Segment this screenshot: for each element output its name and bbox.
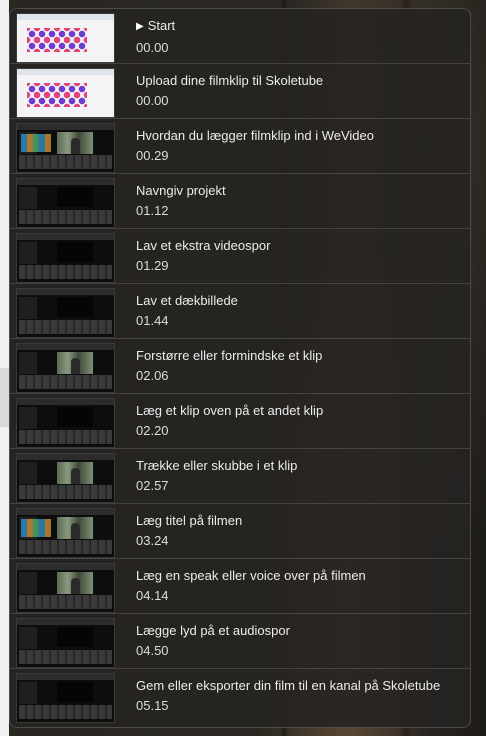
chapter-item[interactable]: Trække eller skubbe i et klip 02.57 xyxy=(10,449,470,504)
chapter-thumbnail xyxy=(16,673,115,723)
chapter-title: Hvordan du lægger filmklip ind i WeVideo xyxy=(136,128,466,144)
chapter-thumbnail xyxy=(16,68,115,118)
chapter-thumbnail xyxy=(16,288,115,338)
chapter-timestamp: 04.50 xyxy=(136,643,169,658)
chapter-title: Lægge lyd på et audiospor xyxy=(136,623,466,639)
chapter-title-text: Trække eller skubbe i et klip xyxy=(136,458,298,473)
chapter-item[interactable]: Hvordan du lægger filmklip ind i WeVideo… xyxy=(10,119,470,174)
chapter-timestamp: 01.29 xyxy=(136,258,169,273)
chapter-timestamp: 01.44 xyxy=(136,313,169,328)
background-page-edge xyxy=(0,0,9,736)
chapter-title-text: Navngiv projekt xyxy=(136,183,226,198)
chapter-title-text: Forstørre eller formindske et klip xyxy=(136,348,323,363)
chapter-timestamp: 02.57 xyxy=(136,478,169,493)
chapters-menu: ▶ Start 00.00 Upload dine filmklip til Skol… xyxy=(9,8,471,728)
chapter-thumbnail xyxy=(16,453,115,503)
chapter-item[interactable]: Lægge lyd på et audiospor 04.50 xyxy=(10,614,470,669)
chapter-title-text: Lægge lyd på et audiospor xyxy=(136,623,290,638)
chapter-thumbnail xyxy=(16,178,115,228)
chapter-title-text: Lav et ekstra videospor xyxy=(136,238,271,253)
chapter-timestamp: 02.20 xyxy=(136,423,169,438)
chapter-title-text: Læg et klip oven på et andet klip xyxy=(136,403,324,418)
chapter-thumbnail xyxy=(16,618,115,668)
chapter-title: Læg et klip oven på et andet klip xyxy=(136,403,466,419)
chapter-item[interactable]: ▶ Start 00.00 xyxy=(10,9,470,64)
chapter-title: Forstørre eller formindske et klip xyxy=(136,348,466,364)
chapter-title: Læg titel på filmen xyxy=(136,513,466,529)
chapter-item[interactable]: Læg en speak eller voice over på filmen 0… xyxy=(10,559,470,614)
chapter-thumbnail xyxy=(16,13,115,63)
chapter-item[interactable]: Læg et klip oven på et andet klip 02.20 xyxy=(10,394,470,449)
chapter-title: Gem eller eksporter din film til en kana… xyxy=(136,678,466,694)
chapter-item[interactable]: Lav et ekstra videospor 01.29 xyxy=(10,229,470,284)
chapter-title-text: Upload dine filmklip til Skoletube xyxy=(136,73,324,88)
chapter-timestamp: 01.12 xyxy=(136,203,169,218)
chapter-title: Trække eller skubbe i et klip xyxy=(136,458,466,474)
chapter-thumbnail xyxy=(16,563,115,613)
chapter-title-text: Lav et dækbillede xyxy=(136,293,238,308)
chapter-timestamp: 00.00 xyxy=(136,93,169,108)
chapter-title: ▶ Start xyxy=(136,18,466,36)
chapter-item[interactable]: Upload dine filmklip til Skoletube 00.00 xyxy=(10,64,470,119)
chapter-item[interactable]: Læg titel på filmen 03.24 xyxy=(10,504,470,559)
chapter-thumbnail xyxy=(16,508,115,558)
chapter-title-text: Læg titel på filmen xyxy=(136,513,243,528)
chapter-item[interactable]: Navngiv projekt 01.12 xyxy=(10,174,470,229)
chapter-title-text: Hvordan du lægger filmklip ind i WeVideo xyxy=(136,128,374,143)
play-triangle-icon: ▶ xyxy=(136,21,144,32)
chapter-title-text: Læg en speak eller voice over på filmen xyxy=(136,568,366,583)
chapter-title: Lav et ekstra videospor xyxy=(136,238,466,254)
chapter-timestamp: 02.06 xyxy=(136,368,169,383)
chapter-item[interactable]: Forstørre eller formindske et klip 02.06 xyxy=(10,339,470,394)
chapter-item[interactable]: Lav et dækbillede 01.44 xyxy=(10,284,470,339)
chapter-title: Navngiv projekt xyxy=(136,183,466,199)
chapter-title: Læg en speak eller voice over på filmen xyxy=(136,568,466,584)
chapter-timestamp: 00.29 xyxy=(136,148,169,163)
chapter-item[interactable]: Gem eller eksporter din film til en kana… xyxy=(10,669,470,724)
chapter-title: Upload dine filmklip til Skoletube xyxy=(136,73,466,89)
chapter-thumbnail xyxy=(16,123,115,173)
chapter-title-text: Gem eller eksporter din film til en kana… xyxy=(136,678,441,693)
chapter-title: Lav et dækbillede xyxy=(136,293,466,309)
chapter-timestamp: 00.00 xyxy=(136,40,169,55)
chapter-timestamp: 04.14 xyxy=(136,588,169,603)
chapter-title-text: Start xyxy=(147,18,176,33)
chapter-timestamp: 03.24 xyxy=(136,533,169,548)
chapter-thumbnail xyxy=(16,233,115,283)
chapter-timestamp: 05.15 xyxy=(136,698,169,713)
chapter-thumbnail xyxy=(16,398,115,448)
chapter-thumbnail xyxy=(16,343,115,393)
